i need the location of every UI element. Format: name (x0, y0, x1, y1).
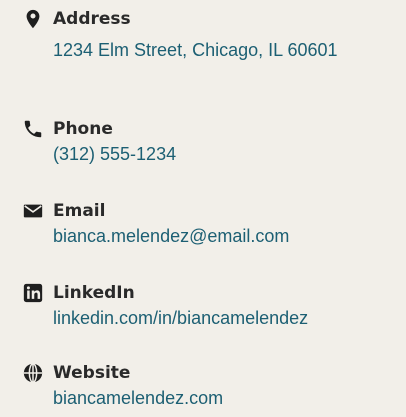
contact-label: Phone (53, 119, 113, 139)
contact-text-linkedin: LinkedIn linkedin.com/in/biancamelendez (53, 282, 398, 332)
phone-icon (22, 118, 44, 140)
envelope-icon (22, 200, 44, 222)
contact-label: Email (53, 201, 106, 221)
location-pin-icon (22, 8, 44, 30)
contact-text-website: Website biancamelendez.com (53, 362, 398, 412)
contact-label: Website (53, 363, 131, 383)
globe-icon (22, 362, 44, 384)
contact-label: Address (53, 9, 131, 29)
contact-list: Address 1234 Elm Street, Chicago, IL 606… (0, 0, 406, 417)
email-link[interactable]: bianca.melendez@email.com (53, 226, 289, 246)
phone-link[interactable]: (312) 555-1234 (53, 144, 176, 164)
website-link[interactable]: biancamelendez.com (53, 388, 223, 408)
contact-label: LinkedIn (53, 283, 135, 303)
contact-text-email: Email bianca.melendez@email.com (53, 200, 398, 250)
linkedin-icon (22, 282, 44, 304)
contact-value-address: 1234 Elm Street, Chicago, IL 60601 (53, 40, 338, 60)
contact-text-address: Address 1234 Elm Street, Chicago, IL 606… (53, 8, 398, 64)
linkedin-link[interactable]: linkedin.com/in/biancamelendez (53, 308, 308, 328)
contact-text-phone: Phone (312) 555-1234 (53, 118, 398, 168)
